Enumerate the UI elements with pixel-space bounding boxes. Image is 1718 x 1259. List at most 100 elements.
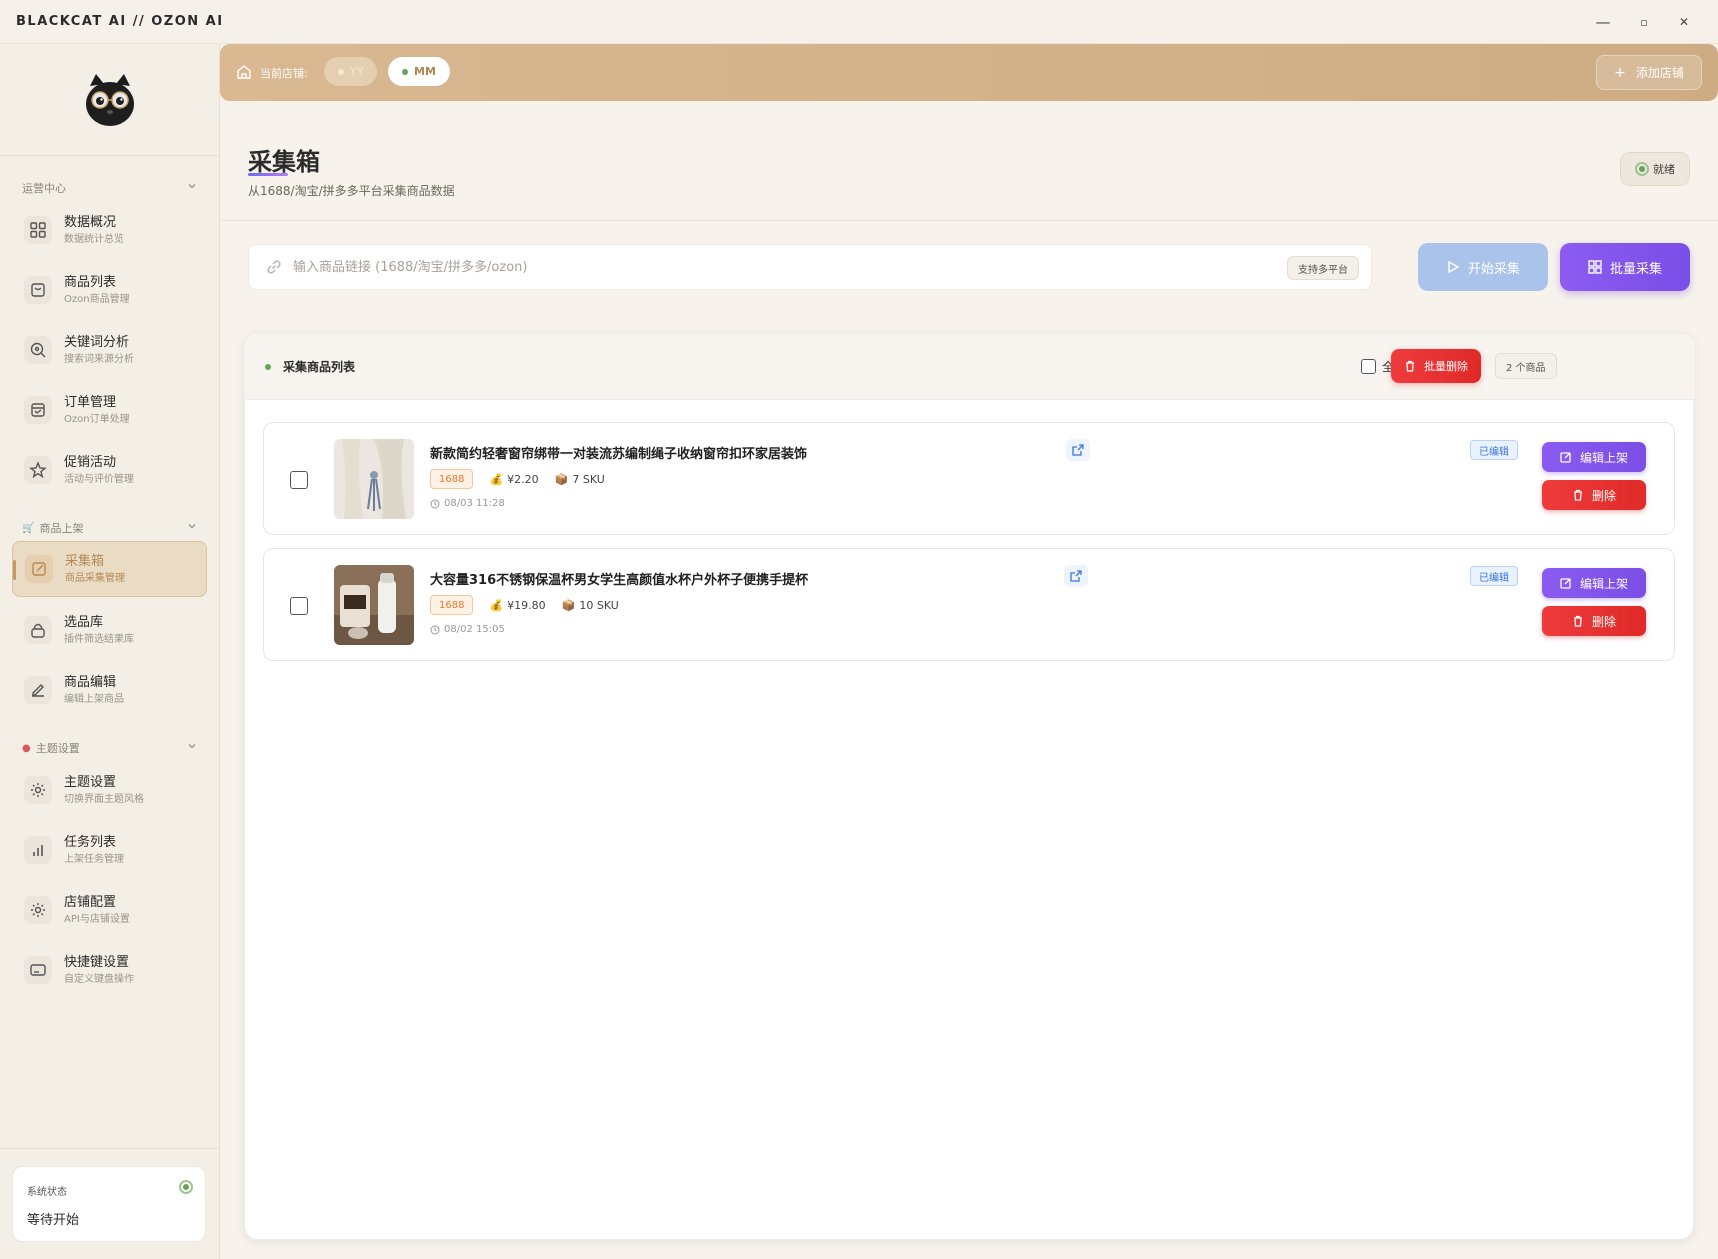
delete-button[interactable]: 删除 bbox=[1542, 606, 1646, 636]
product-image bbox=[334, 439, 414, 519]
product-url-input[interactable] bbox=[293, 259, 1193, 275]
title-bar: BLACKCAT AI // OZON AI — ▫ ✕ bbox=[0, 0, 1718, 44]
product-time-value: 08/02 15:05 bbox=[444, 624, 505, 635]
store-bar: 当前店铺: YY MM + 添加店铺 bbox=[220, 44, 1718, 101]
chevron-down-icon bbox=[188, 524, 196, 529]
batch-delete-button[interactable]: 批量删除 bbox=[1391, 349, 1481, 383]
delete-label: 删除 bbox=[1591, 488, 1616, 503]
sidebar-item-collect-box[interactable]: 采集箱 商品采集管理 bbox=[12, 541, 207, 597]
section-title: 商品上架 bbox=[39, 522, 84, 535]
plus-icon: + bbox=[1614, 64, 1626, 81]
store-chip-yy[interactable]: YY bbox=[324, 57, 378, 86]
sidebar-item-label: 商品编辑 bbox=[64, 674, 117, 690]
sidebar-item-sub: 自定义键盘操作 bbox=[64, 973, 134, 985]
sidebar-item-label: 任务列表 bbox=[64, 834, 117, 850]
gear-icon bbox=[24, 776, 52, 804]
sidebar-item-sub: 插件筛选结果库 bbox=[64, 633, 134, 645]
sidebar-item-label: 促销活动 bbox=[64, 454, 117, 470]
external-link-icon bbox=[1070, 570, 1082, 582]
product-checkbox[interactable] bbox=[290, 597, 308, 615]
sidebar-item-keywords[interactable]: 关键词分析 搜索词来源分析 bbox=[12, 322, 207, 378]
panel-header: 采集商品列表 全选 批量删除 2 个商品 bbox=[245, 334, 1695, 400]
status-indicator-icon bbox=[1635, 162, 1649, 176]
edit-icon bbox=[24, 676, 52, 704]
sidebar-item-shortcuts[interactable]: 快捷键设置 自定义键盘操作 bbox=[12, 942, 207, 998]
sidebar-item-sub: 上架任务管理 bbox=[64, 853, 124, 865]
minimize-button[interactable]: — bbox=[1586, 10, 1620, 34]
logo-area bbox=[0, 44, 220, 156]
product-title: 大容量316不锈钢保温杯男女学生高颜值水杯户外杯子便携手提杯 bbox=[430, 573, 809, 588]
batch-collect-label: 批量采集 bbox=[1609, 261, 1662, 277]
product-meta: 1688 💰 ¥2.20 📦 7 SKU bbox=[430, 469, 605, 489]
minimize-icon: — bbox=[1595, 13, 1611, 31]
play-icon bbox=[1448, 260, 1460, 274]
add-store-label: 添加店铺 bbox=[1635, 66, 1684, 80]
palette-icon: ● bbox=[22, 742, 31, 754]
store-label: 当前店铺: bbox=[260, 67, 308, 80]
sidebar-item-label: 主题设置 bbox=[64, 774, 117, 790]
dot-icon bbox=[265, 364, 271, 370]
sidebar-item-sub: 切换界面主题风格 bbox=[64, 793, 144, 805]
external-link-button[interactable] bbox=[1066, 439, 1090, 461]
source-badge: 1688 bbox=[430, 595, 474, 615]
money-bag-icon: 💰 bbox=[489, 598, 504, 612]
maximize-button[interactable]: ▫ bbox=[1627, 10, 1661, 34]
edit-publish-label: 编辑上架 bbox=[1579, 576, 1628, 591]
sidebar-item-theme-settings[interactable]: 主题设置切换界面主题风格 bbox=[12, 762, 207, 818]
sidebar-item-selection-lib[interactable]: 选品库 插件筛选结果库 bbox=[12, 602, 207, 658]
product-price: ¥2.20 bbox=[507, 472, 539, 486]
product-card: 新款简约轻奢窗帘绑带一对装流苏编制绳子收纳窗帘扣环家居装饰 1688 💰 ¥2.… bbox=[263, 422, 1675, 535]
app-title: BLACKCAT AI // OZON AI bbox=[16, 14, 224, 29]
dot-icon bbox=[402, 68, 408, 75]
external-link-button[interactable] bbox=[1064, 565, 1088, 587]
money-bag-icon: 💰 bbox=[489, 472, 504, 486]
sidebar-item-sub: 数据统计总览 bbox=[64, 233, 124, 245]
section-header-ops[interactable]: 运营中心 bbox=[22, 178, 198, 198]
sidebar-item-label: 店铺配置 bbox=[64, 894, 117, 910]
section-header-theme[interactable]: ● 主题设置 bbox=[22, 738, 198, 758]
close-button[interactable]: ✕ bbox=[1667, 10, 1701, 34]
collect-icon bbox=[25, 555, 53, 583]
sidebar-item-task-list[interactable]: 任务列表上架任务管理 bbox=[12, 822, 207, 878]
sidebar-item-label: 数据概况 bbox=[64, 214, 117, 230]
sidebar-item-sub: 活动与评价管理 bbox=[64, 473, 134, 485]
home-icon bbox=[237, 65, 251, 79]
product-checkbox[interactable] bbox=[290, 471, 308, 489]
ready-label: 就绪 bbox=[1653, 163, 1675, 176]
delete-button[interactable]: 删除 bbox=[1542, 480, 1646, 510]
select-all-checkbox[interactable] bbox=[1361, 359, 1376, 374]
status-value: 等待开始 bbox=[27, 1213, 80, 1228]
store-chip-mm[interactable]: MM bbox=[388, 57, 450, 86]
status-label: 系统状态 bbox=[27, 1187, 67, 1198]
sidebar-item-products[interactable]: 商品列表 Ozon商品管理 bbox=[12, 262, 207, 318]
header-divider bbox=[220, 220, 1718, 221]
sidebar-item-promotions[interactable]: 促销活动活动与评价管理 bbox=[12, 442, 207, 498]
product-meta: 1688 💰 ¥19.80 📦 10 SKU bbox=[430, 595, 619, 615]
sidebar-item-sub: API与店铺设置 bbox=[64, 913, 130, 925]
sidebar-item-dashboard[interactable]: 数据概况数据统计总览 bbox=[12, 202, 207, 258]
sidebar-item-product-edit[interactable]: 商品编辑 编辑上架商品 bbox=[12, 662, 207, 718]
bar-chart-icon bbox=[24, 836, 52, 864]
batch-collect-button[interactable]: 批量采集 bbox=[1560, 243, 1690, 291]
chevron-down-icon bbox=[188, 744, 196, 749]
lock-icon bbox=[24, 616, 52, 644]
add-store-button[interactable]: + 添加店铺 bbox=[1596, 55, 1702, 90]
blackcat-logo bbox=[86, 73, 134, 126]
trash-icon bbox=[1573, 489, 1582, 501]
sidebar-item-orders[interactable]: 订单管理 Ozon订单处理 bbox=[12, 382, 207, 438]
start-collect-button[interactable]: 开始采集 bbox=[1418, 243, 1548, 291]
sidebar-item-label: 采集箱 bbox=[65, 553, 105, 569]
sidebar-item-store-config[interactable]: 店铺配置 API与店铺设置 bbox=[12, 882, 207, 938]
platform-tag: 支持多平台 bbox=[1287, 256, 1359, 280]
dot-icon bbox=[338, 68, 344, 75]
section-header-listing[interactable]: 🛒 商品上架 bbox=[22, 518, 198, 538]
title-underline bbox=[248, 173, 288, 176]
edit-icon bbox=[1560, 578, 1571, 589]
grid-icon bbox=[1588, 260, 1602, 274]
sidebar-item-label: 订单管理 bbox=[64, 394, 117, 410]
external-link-icon bbox=[1072, 444, 1084, 456]
product-time: 08/03 11:28 bbox=[430, 498, 505, 509]
edit-publish-button[interactable]: 编辑上架 bbox=[1542, 568, 1646, 598]
edit-publish-button[interactable]: 编辑上架 bbox=[1542, 442, 1646, 472]
product-sku: 10 SKU bbox=[579, 598, 619, 612]
